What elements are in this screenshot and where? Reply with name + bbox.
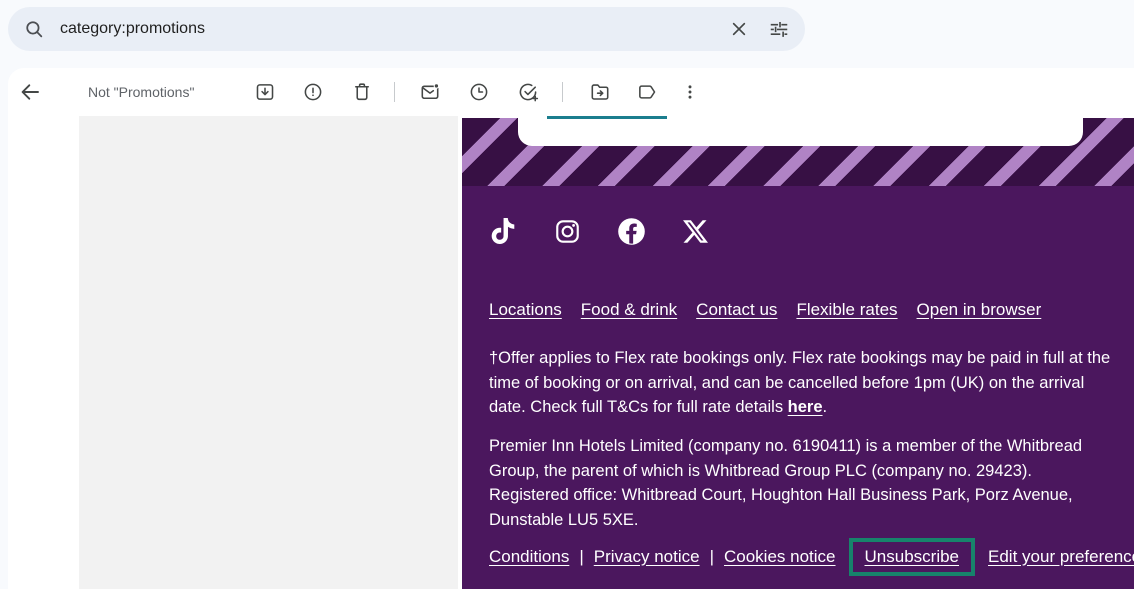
open-in-browser-link[interactable]: Open in browser [917,300,1042,320]
search-options-button[interactable] [759,9,799,49]
x-twitter-link[interactable] [680,216,710,246]
offer-terms-paragraph: †Offer applies to Flex rate bookings onl… [489,346,1113,420]
back-button[interactable] [10,72,50,112]
archive-button[interactable] [245,72,285,112]
company-info-paragraph: Premier Inn Hotels Limited (company no. … [489,434,1113,532]
search-button[interactable] [14,9,54,49]
instagram-icon [554,218,581,245]
gmail-window: { "search": { "query": "category:promoti… [0,0,1134,589]
cookies-notice-link[interactable]: Cookies notice [724,547,836,567]
move-to-button[interactable] [580,72,620,112]
trash-icon [351,81,373,103]
main-content-card: Not "Promotions" [8,68,1134,589]
annotation-highlight-box: Unsubscribe [849,538,976,576]
more-options-button[interactable] [670,72,710,112]
email-footer-section: Locations Food & drink Contact us Flexib… [462,186,1134,589]
email-footer-links: Conditions | Privacy notice | Cookies no… [489,536,1134,577]
offer-terms-suffix: . [823,398,828,416]
search-bar[interactable]: category:promotions [8,7,805,51]
here-link[interactable]: here [788,398,823,416]
separator: | [579,547,583,567]
add-to-tasks-button[interactable] [508,72,548,112]
email-nav-links: Locations Food & drink Contact us Flexib… [489,300,1041,320]
email-body-card-bottom [518,116,1083,146]
privacy-notice-link[interactable]: Privacy notice [594,547,700,567]
report-spam-button[interactable] [293,72,333,112]
separator: | [710,547,714,567]
back-arrow-icon [18,80,42,104]
toolbar-title: Not "Promotions" [88,68,194,116]
report-spam-icon [302,81,324,103]
labels-button[interactable] [627,72,667,112]
unsubscribe-link[interactable]: Unsubscribe [865,547,960,567]
cta-button-underline [547,116,667,119]
label-tag-icon [636,81,658,103]
clock-icon [468,81,490,103]
facebook-link[interactable] [616,216,646,246]
edit-preferences-link[interactable]: Edit your preferences [988,547,1134,567]
tune-sliders-icon [768,18,790,40]
email-toolbar: Not "Promotions" [8,68,1134,116]
close-icon [728,18,750,40]
mark-unread-icon [419,81,441,103]
email-reading-pane: Locations Food & drink Contact us Flexib… [458,116,1134,589]
flexible-rates-link[interactable]: Flexible rates [796,300,897,320]
contact-us-link[interactable]: Contact us [696,300,777,320]
conditions-link[interactable]: Conditions [489,547,569,567]
tiktok-icon [490,218,516,244]
snooze-button[interactable] [459,72,499,112]
search-icon [23,18,45,40]
mark-unread-button[interactable] [410,72,450,112]
move-to-folder-icon [589,81,611,103]
locations-link[interactable]: Locations [489,300,562,320]
vertical-ellipsis-icon [679,81,701,103]
food-drink-link[interactable]: Food & drink [581,300,677,320]
toolbar-divider [562,82,563,102]
search-input[interactable]: category:promotions [60,20,719,38]
email-list-pane [79,116,458,589]
delete-button[interactable] [342,72,382,112]
toolbar-divider [394,82,395,102]
clear-search-button[interactable] [719,9,759,49]
facebook-icon [617,217,646,246]
instagram-link[interactable] [552,216,582,246]
tiktok-link[interactable] [488,216,518,246]
x-twitter-icon [683,219,708,244]
archive-icon [254,81,276,103]
social-links-row [488,216,710,246]
add-task-icon [517,81,539,103]
